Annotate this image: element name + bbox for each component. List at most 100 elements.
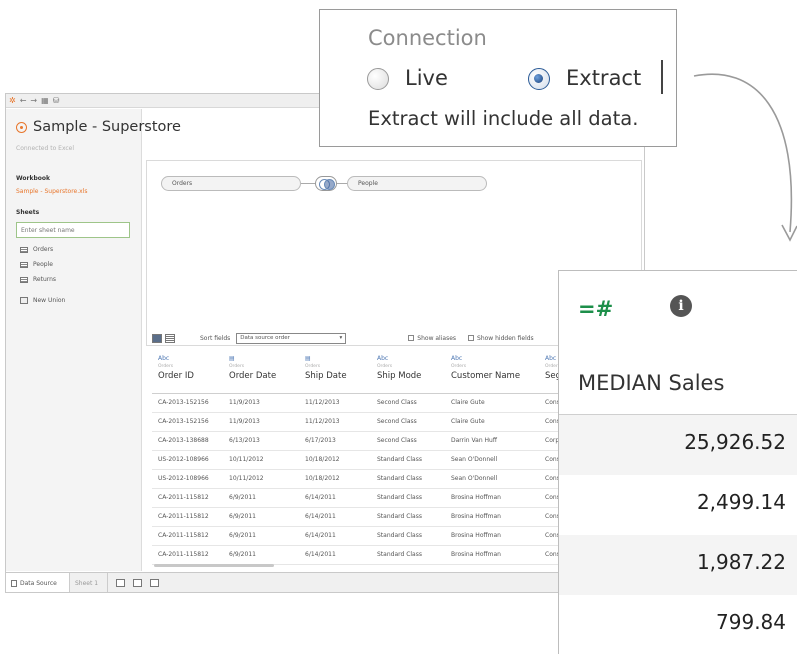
table-pill-orders[interactable]: Orders: [161, 176, 301, 191]
sheet-item-returns[interactable]: Returns: [20, 276, 56, 283]
table-row: CA-2011-115812 6/9/2011 6/14/2011 Standard …: [152, 526, 572, 546]
extract-radio[interactable]: [528, 68, 550, 90]
show-aliases-option[interactable]: Show aliases: [408, 335, 456, 342]
string-type-icon[interactable]: Abc: [451, 355, 539, 363]
new-story-icon[interactable]: [150, 579, 159, 587]
table-cell: 6/9/2011: [223, 488, 299, 508]
new-union-label: New Union: [33, 297, 66, 304]
tableau-logo-icon[interactable]: ✲: [9, 96, 16, 106]
table-row: CA-2011-115812 6/9/2011 6/14/2011 Standard …: [152, 488, 572, 508]
string-type-icon[interactable]: Abc: [158, 355, 223, 363]
table-cell: 11/9/2013: [223, 412, 299, 432]
table-cell: US-2012-108966: [152, 469, 223, 489]
table-cell: Second Class: [371, 431, 445, 451]
info-icon[interactable]: i: [670, 295, 692, 317]
table-icon: [20, 261, 28, 268]
date-type-icon[interactable]: ▤: [305, 355, 371, 363]
table-cell: Claire Gute: [445, 393, 539, 413]
table-cell: Sean O'Donnell: [445, 450, 539, 470]
new-worksheet-icon[interactable]: [116, 579, 125, 587]
table-cell: CA-2011-115812: [152, 488, 223, 508]
tab-data-source[interactable]: Data Source: [6, 572, 70, 592]
table-cell: 11/9/2013: [223, 393, 299, 413]
table-cell: Second Class: [371, 393, 445, 413]
show-hidden-option[interactable]: Show hidden fields: [468, 335, 534, 342]
column-header[interactable]: Abc Orders Ship Mode: [371, 351, 445, 394]
table-cell: Standard Class: [371, 469, 445, 489]
table-cell: 11/12/2013: [299, 412, 371, 432]
list-view-button[interactable]: [165, 333, 175, 343]
horizontal-scrollbar[interactable]: [154, 564, 274, 567]
table-cell: Standard Class: [371, 450, 445, 470]
table-cell: Brosina Hoffman: [445, 507, 539, 527]
table-cell: 10/18/2012: [299, 450, 371, 470]
column-header[interactable]: ▤ Orders Order Date: [223, 351, 299, 394]
inner-join-icon[interactable]: [315, 176, 337, 191]
data-source-title[interactable]: Sample - Superstore: [16, 119, 181, 135]
table-row: CA-2013-138688 6/13/2013 6/17/2013 Second C…: [152, 431, 572, 451]
show-hidden-checkbox[interactable]: [468, 335, 475, 341]
median-sales-value: 799.84: [716, 610, 786, 634]
table-row: CA-2011-115812 6/9/2011 6/14/2011 Standard …: [152, 507, 572, 527]
column-name: Order ID: [158, 371, 194, 381]
table-cell: Standard Class: [371, 488, 445, 508]
string-type-icon[interactable]: Abc: [377, 355, 445, 363]
sheet-item-label: Returns: [33, 276, 57, 283]
table-cell: 6/9/2011: [223, 526, 299, 546]
table-pill-people[interactable]: People: [347, 176, 487, 191]
workbook-label: Workbook: [16, 175, 51, 182]
table-cell: CA-2011-115812: [152, 526, 223, 546]
new-dashboard-icon[interactable]: [133, 579, 142, 587]
column-name: Ship Mode: [377, 371, 422, 381]
table-cell: 11/12/2013: [299, 393, 371, 413]
median-sales-panel: =# i MEDIAN Sales 25,926.52 2,499.14 1,9…: [558, 270, 797, 654]
sort-fields-select[interactable]: Data source order ▾: [236, 332, 347, 344]
table-cell: Brosina Hoffman: [445, 488, 539, 508]
table-cell: 6/9/2011: [223, 545, 299, 565]
extract-radio-label[interactable]: Extract: [566, 66, 641, 90]
sort-fields-label: Sort fields: [200, 334, 231, 342]
show-aliases-checkbox[interactable]: [408, 335, 415, 341]
grid-view-button[interactable]: [152, 333, 162, 343]
union-icon: [20, 297, 28, 304]
table-cell: CA-2013-138688: [152, 431, 223, 451]
tab-data-source-label: Data Source: [20, 579, 57, 587]
sheet-item-orders[interactable]: Orders: [20, 246, 53, 253]
sheet-item-people[interactable]: People: [20, 261, 53, 268]
tab-sheet-1-label: Sheet 1: [75, 579, 99, 587]
sheet-tabs-bar: Data Source Sheet 1: [6, 572, 644, 592]
table-cell: Claire Gute: [445, 412, 539, 432]
table-cell: Standard Class: [371, 526, 445, 546]
number-icon[interactable]: =#: [578, 297, 613, 321]
live-radio[interactable]: [367, 68, 389, 90]
sort-fields-value: Data source order: [240, 335, 290, 341]
date-type-icon[interactable]: ▤: [229, 355, 299, 363]
new-union-item[interactable]: New Union: [20, 297, 65, 304]
sheet-search-input[interactable]: [16, 222, 130, 238]
grid-header-row: Abc Orders Order ID ▤ Orders Order Date ▤ Order…: [152, 351, 572, 394]
table-cell: 10/11/2012: [223, 469, 299, 489]
column-header[interactable]: Abc Orders Customer Name: [445, 351, 539, 394]
table-cell: CA-2011-115812: [152, 545, 223, 565]
new-data-source-icon[interactable]: ⛁: [53, 96, 60, 106]
forward-icon[interactable]: →: [30, 96, 37, 106]
table-icon: [20, 246, 28, 253]
column-header[interactable]: Abc Orders Order ID: [152, 351, 223, 394]
workbook-file-link[interactable]: Sample - Superstore.xls: [16, 188, 87, 195]
median-sales-header[interactable]: MEDIAN Sales: [578, 371, 724, 395]
column-name: Customer Name: [451, 371, 521, 381]
table-row: CA-2013-152156 11/9/2013 11/12/2013 Second …: [152, 412, 572, 432]
value-row: 1,987.22: [559, 535, 797, 595]
live-radio-label[interactable]: Live: [405, 66, 448, 90]
table-cell: 6/14/2011: [299, 545, 371, 565]
join-connector: [337, 183, 347, 184]
save-icon[interactable]: ▦: [41, 96, 49, 106]
value-row: 2,499.14: [559, 475, 797, 535]
column-header[interactable]: ▤ Orders Ship Date: [299, 351, 371, 394]
column-source: Orders: [451, 364, 467, 369]
tab-sheet-1[interactable]: Sheet 1: [70, 572, 108, 592]
table-cell: Brosina Hoffman: [445, 526, 539, 546]
back-icon[interactable]: ←: [20, 96, 27, 106]
show-hidden-label: Show hidden fields: [477, 334, 534, 342]
value-row: 799.84: [559, 595, 797, 654]
